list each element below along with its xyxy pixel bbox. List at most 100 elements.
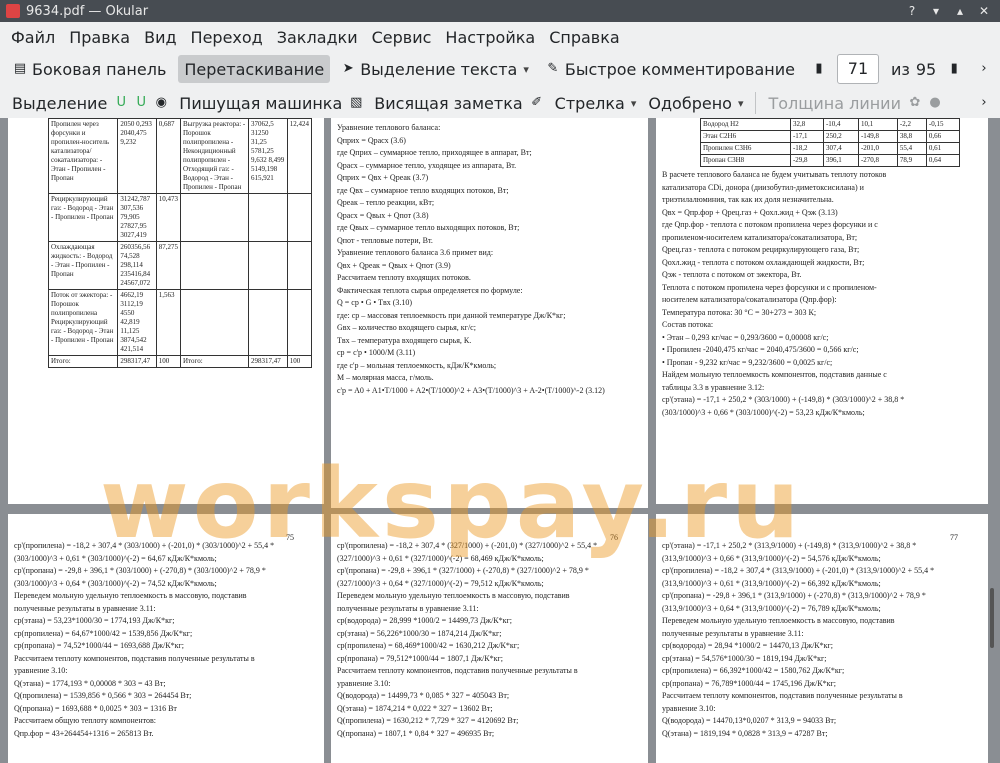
text-line: где Qприх – суммарное тепло, приходящее … bbox=[337, 148, 532, 157]
table-row: Итого: 298317,47 100 Итого: 298317,47 100 bbox=[47, 355, 313, 368]
text-line: Переведем мольную удельную теплоемкость … bbox=[662, 616, 895, 625]
menu-settings[interactable]: Настройка bbox=[438, 28, 542, 47]
sticky-note-button[interactable]: Висящая заметка bbox=[368, 89, 528, 117]
scrollbar-thumb[interactable] bbox=[990, 588, 994, 648]
text-line: Qэж - теплота с потоком от эжектора, Вт. bbox=[662, 270, 802, 279]
text-line: пропиленом-носителем катализатора/соката… bbox=[662, 232, 858, 242]
text-line: cp(пропилена) = 68,469*1000/42 = 1630,21… bbox=[337, 641, 520, 650]
next-page-icon[interactable]: ▮ bbox=[946, 61, 962, 77]
text-line: Q(водорода) = 14470,13*0,0207 * 313,9 = … bbox=[662, 716, 837, 725]
table-cell bbox=[286, 289, 313, 356]
text-line: Рассчитаем теплоту компонентов, подстави… bbox=[337, 666, 578, 675]
typewriter-button[interactable]: Пишущая машинка bbox=[173, 89, 348, 117]
text-line: Рассчитаем теплоту компонентов, подстави… bbox=[14, 653, 255, 663]
text-line: cp'(этана) = -17,1 + 250,2 * (303/1000) … bbox=[662, 395, 905, 404]
brush-icon[interactable]: ✐ bbox=[529, 95, 545, 111]
underline-icon[interactable]: U bbox=[113, 95, 129, 111]
text-line: триэтилалюминия, так как их доля незначи… bbox=[662, 195, 834, 204]
table-cell bbox=[247, 289, 288, 356]
table-row: Пропан C3H8 -29,8 396,1 -270,8 78,9 0,64 bbox=[700, 154, 961, 167]
toolbar-overflow-icon[interactable]: › bbox=[976, 95, 992, 111]
page-right-top: Водород H2 32,8 -10,4 10,1 -2,2 -0,15 Этан C2H… bbox=[656, 118, 988, 504]
menu-tools[interactable]: Сервис bbox=[365, 28, 439, 47]
squiggle-icon[interactable]: U bbox=[133, 95, 149, 111]
table-cell: 37062,5 31250 31,25 5781,25 9,632 8,499 … bbox=[247, 118, 288, 194]
text-line: (313,9/1000)^3 + 0,61 * (313,9/1000)^(-2… bbox=[662, 578, 881, 588]
table-cell: -29,8 bbox=[789, 154, 824, 167]
text-line: Q(пропилена) = 1539,856 * 0,566 * 303 = … bbox=[14, 691, 192, 700]
table-cell: 10,1 bbox=[857, 118, 898, 131]
text-line: Q(этана) = 1874,214 * 0,022 * 327 = 1360… bbox=[337, 703, 493, 713]
text-line: (303/1000)^3 + 0,66 * (303/1000)^(-2) = … bbox=[662, 407, 865, 417]
text-line: Q(этана) = 1774,193 * 0,00008 * 303 = 43… bbox=[14, 678, 166, 688]
vertical-scrollbar[interactable] bbox=[990, 118, 998, 763]
table-row: Водород H2 32,8 -10,4 10,1 -2,2 -0,15 bbox=[700, 118, 961, 131]
toolbar-separator bbox=[755, 92, 757, 114]
table-cell: 0,64 bbox=[925, 154, 961, 167]
opacity-icon[interactable]: ● bbox=[927, 95, 943, 111]
menu-go[interactable]: Переход bbox=[184, 28, 270, 47]
menu-help[interactable]: Справка bbox=[542, 28, 627, 47]
arrow-button[interactable]: Стрелка ▾ bbox=[549, 89, 643, 117]
menu-file[interactable]: Файл bbox=[4, 28, 62, 47]
document-viewport[interactable]: Пропилен через форсунки и пропилен-носит… bbox=[0, 118, 1000, 763]
table-cell bbox=[286, 241, 313, 290]
line-width-label: Толщина линии bbox=[768, 93, 901, 113]
annotation-select-label: Выделение bbox=[12, 93, 108, 113]
table-cell: 31242,787 307,536 79,905 27827,95 3027,4… bbox=[117, 193, 157, 242]
text-select-button[interactable]: ➤ Выделение текста ▾ bbox=[334, 55, 535, 83]
text-line: Gвх – количество входящего сырья, кг/с; bbox=[337, 323, 476, 332]
note-icon[interactable]: ▧ bbox=[348, 95, 364, 111]
text-line: cp(этана) = 54,576*1000/30 = 1819,194 Дж… bbox=[662, 653, 827, 663]
table-cell: 0,687 bbox=[155, 118, 181, 194]
quick-comment-label: Быстрое комментирование bbox=[564, 59, 795, 79]
text-line: уравнение 3.10: bbox=[14, 666, 68, 675]
text-line: носителем катализатора/сокатализатора (Q… bbox=[662, 295, 837, 304]
menu-edit[interactable]: Правка bbox=[62, 28, 137, 47]
minimize-icon[interactable]: ▾ bbox=[928, 3, 944, 19]
text-line: Состав потока: bbox=[662, 320, 714, 329]
text-line: • Этан – 0,293 кг/час = 0,293/3600 = 0,0… bbox=[662, 332, 829, 342]
table-row: Рециркулирующий газ: - Водород - Этан - … bbox=[47, 193, 313, 242]
table-cell: Поток от эжектора: - Порошок полипропиле… bbox=[47, 289, 119, 356]
stamp-icon[interactable]: ◉ bbox=[153, 95, 169, 111]
table-row: Охлаждающая жидкость: - Водород - Этан -… bbox=[47, 241, 313, 290]
toolbar-overflow-icon[interactable]: › bbox=[976, 61, 992, 77]
text-line: Q = cp • G • Tвх (3.10) bbox=[337, 298, 413, 307]
sidebar-label: Боковая панель bbox=[32, 59, 167, 79]
text-line: Qпот - тепловые потери, Вт. bbox=[337, 235, 433, 245]
quick-comment-button[interactable]: ✎ Быстрое комментирование bbox=[539, 55, 801, 83]
text-line: (313,9/1000)^3 + 0,64 * (313,9/1000)^(-2… bbox=[662, 603, 881, 613]
line-width-button[interactable]: Толщина линии bbox=[762, 89, 907, 117]
title-bar: 9634.pdf — Okular ? ▾ ▴ ✕ bbox=[0, 0, 1000, 22]
table-cell: 87,275 bbox=[155, 241, 181, 290]
page-number-input[interactable]: 71 bbox=[836, 54, 879, 84]
table-cell: -2,2 bbox=[896, 118, 927, 131]
table-cell bbox=[179, 241, 249, 290]
drag-mode-button[interactable]: Перетаскивание bbox=[178, 55, 331, 83]
maximize-icon[interactable]: ▴ bbox=[952, 3, 968, 19]
table-cell: Этан C2H6 bbox=[700, 130, 791, 143]
page-of-label: из bbox=[890, 59, 910, 79]
table-cell: 100 bbox=[155, 355, 181, 368]
sidebar-button[interactable]: ▤ Боковая панель bbox=[6, 55, 172, 83]
menu-view[interactable]: Вид bbox=[137, 28, 183, 47]
help-icon[interactable]: ? bbox=[904, 3, 920, 19]
menu-bookmarks[interactable]: Закладки bbox=[270, 28, 365, 47]
table-cell: Охлаждающая жидкость: - Водород - Этан -… bbox=[47, 241, 119, 290]
text-line: таблицы 3.3 в уравнение 3.12: bbox=[662, 382, 765, 392]
color-icon[interactable]: ✿ bbox=[907, 95, 923, 111]
table-cell: 12,424 bbox=[286, 118, 313, 194]
annotation-select-button[interactable]: Выделение bbox=[6, 89, 113, 117]
text-line: Рассчитаем теплоту входящих потоков. bbox=[337, 273, 471, 282]
heat-capacity-table: Водород H2 32,8 -10,4 10,1 -2,2 -0,15 Этан C2H… bbox=[700, 118, 961, 167]
close-icon[interactable]: ✕ bbox=[976, 3, 992, 19]
text-line: Фактическая теплота сырья определяется п… bbox=[337, 285, 523, 295]
text-line: Уравнение теплового баланса: bbox=[337, 123, 441, 132]
text-line: Qрасх – суммарное тепло, уходящее из апп… bbox=[337, 160, 517, 170]
text-line: Tвх – температура входящего сырья, К. bbox=[337, 335, 472, 345]
stamp-approved-button[interactable]: Одобрено ▾ bbox=[642, 89, 749, 117]
previous-page-icon[interactable]: ▮ bbox=[811, 61, 827, 77]
text-line: Q(водорода) = 14499,73 * 0,085 * 327 = 4… bbox=[337, 691, 510, 700]
text-line: cp(пропана) = 79,512*1000/44 = 1807,1 Дж… bbox=[337, 653, 504, 663]
